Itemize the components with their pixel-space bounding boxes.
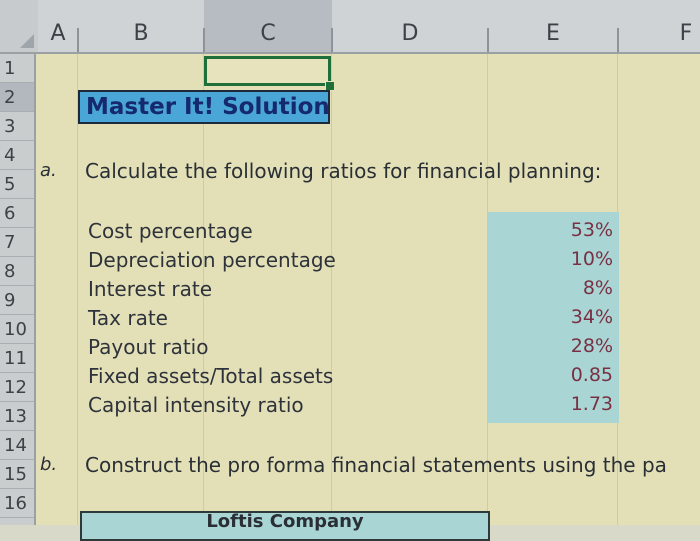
row-header[interactable]: 12	[0, 373, 34, 402]
column-divider[interactable]	[331, 28, 333, 52]
column-divider[interactable]	[203, 28, 205, 52]
ratio-value[interactable]: 0.85	[493, 364, 613, 386]
column-divider[interactable]	[487, 28, 489, 52]
row-header[interactable]: 5	[0, 170, 34, 199]
row-header[interactable]: 4	[0, 141, 34, 170]
ratio-label[interactable]: Tax rate	[88, 306, 168, 330]
row-header-column: 1 2 3 4 5 6 7 8 9 10 11 12 13 14 15 16	[0, 54, 36, 525]
ratio-label[interactable]: Fixed assets/Total assets	[88, 364, 333, 388]
spreadsheet: A B C D E F 1 2 3 4 5 6 7 8 9 10 11 12 1…	[0, 0, 700, 541]
part-b-marker[interactable]: b.	[40, 454, 57, 475]
company-name: Loftis Company	[206, 511, 364, 532]
row-header[interactable]: 15	[0, 460, 34, 489]
row-header[interactable]: 10	[0, 315, 34, 344]
ratio-value[interactable]: 53%	[493, 219, 613, 241]
ratio-label[interactable]: Payout ratio	[88, 335, 208, 359]
column-divider[interactable]	[77, 28, 79, 52]
gridline	[77, 54, 78, 525]
column-header-c[interactable]: C	[204, 0, 332, 54]
row-header[interactable]: 16	[0, 489, 34, 518]
row-header[interactable]: 1	[0, 54, 34, 83]
ratio-label[interactable]: Interest rate	[88, 277, 212, 301]
row-header[interactable]: 13	[0, 402, 34, 431]
column-header-a[interactable]: A	[38, 0, 78, 54]
column-header-b[interactable]: B	[78, 0, 204, 54]
column-header-e[interactable]: E	[488, 0, 618, 54]
part-a-marker[interactable]: a.	[40, 160, 57, 181]
select-all-icon	[20, 34, 34, 48]
company-header[interactable]: Loftis Company	[80, 511, 490, 541]
select-all-corner[interactable]	[0, 0, 38, 54]
row-header[interactable]: 6	[0, 199, 34, 228]
sheet-title[interactable]: Master It! Solution	[78, 90, 330, 124]
ratio-value[interactable]: 8%	[493, 277, 613, 299]
column-divider[interactable]	[617, 28, 619, 52]
row-header[interactable]: 2	[0, 83, 34, 112]
ratio-value[interactable]: 10%	[493, 248, 613, 270]
row-header[interactable]: 7	[0, 228, 34, 257]
row-header[interactable]: 9	[0, 286, 34, 315]
ratio-value[interactable]: 28%	[493, 335, 613, 357]
ratio-label[interactable]: Cost percentage	[88, 219, 253, 243]
part-a-instruction[interactable]: Calculate the following ratios for finan…	[85, 159, 601, 183]
row-header[interactable]: 3	[0, 112, 34, 141]
ratio-value[interactable]: 34%	[493, 306, 613, 328]
ratio-label[interactable]: Capital intensity ratio	[88, 393, 304, 417]
row-header[interactable]: 14	[0, 431, 34, 460]
ratio-value[interactable]: 1.73	[493, 393, 613, 415]
column-header-f[interactable]: F	[618, 0, 700, 54]
row-header[interactable]: 11	[0, 344, 34, 373]
column-header-d[interactable]: D	[332, 0, 488, 54]
row-header[interactable]: 8	[0, 257, 34, 286]
part-b-instruction[interactable]: Construct the pro forma financial statem…	[85, 453, 667, 477]
selected-cell-c1[interactable]	[204, 56, 331, 86]
ratio-label[interactable]: Depreciation percentage	[88, 248, 336, 272]
